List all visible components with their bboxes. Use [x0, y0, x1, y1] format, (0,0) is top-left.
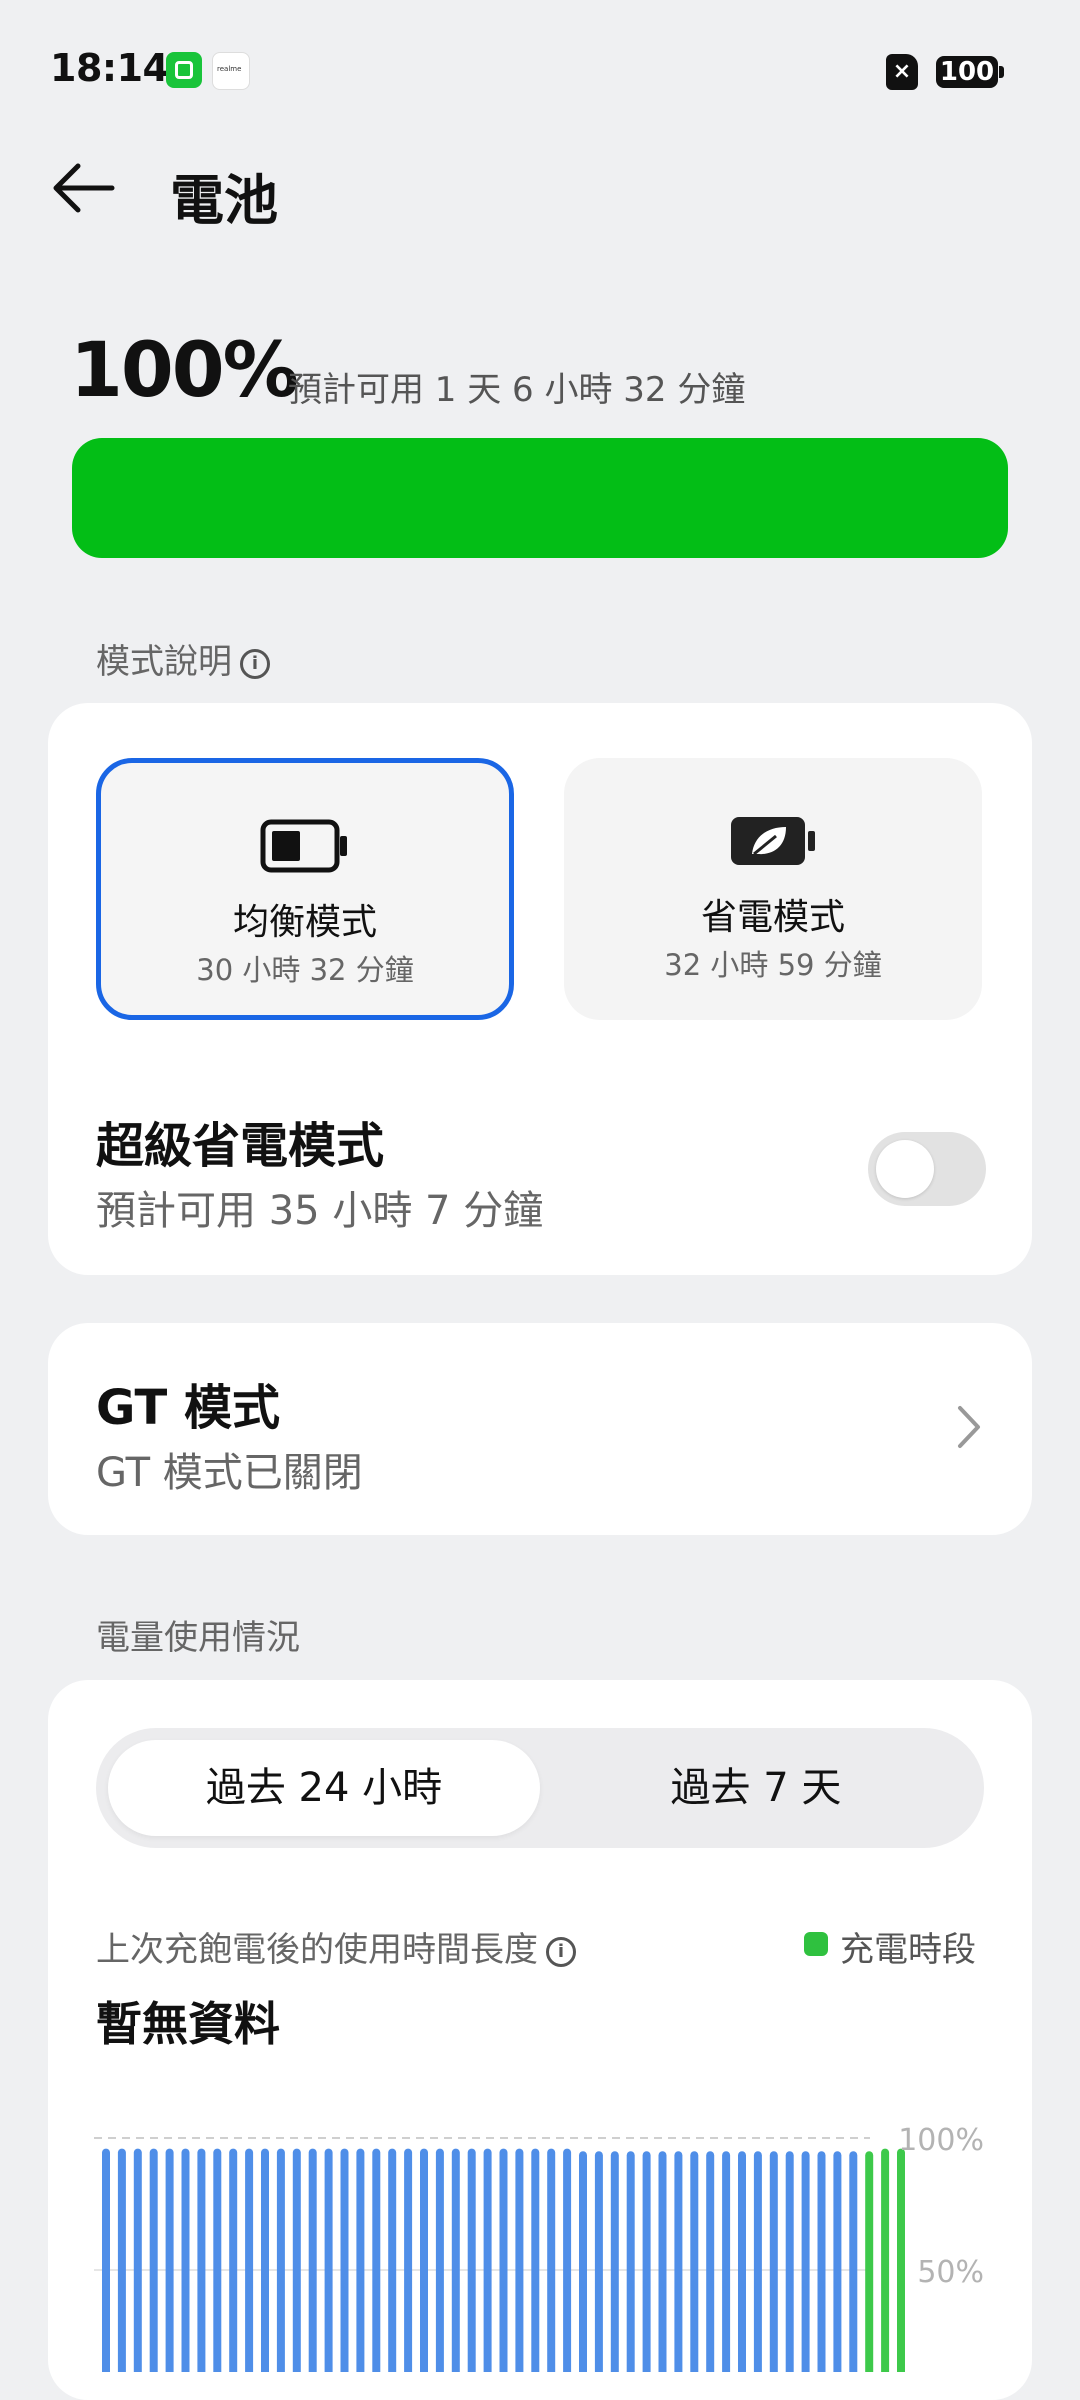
battery-level-bar-mark [245, 2148, 254, 2372]
battery-level-bar-mark [435, 2148, 444, 2372]
page-title: 電池 [170, 169, 278, 232]
battery-status-icon: 100 [936, 56, 1004, 88]
y-tick-label: 50% [917, 2255, 984, 2290]
battery-usage-chart: 100% 50% [94, 2123, 984, 2372]
power-saving-mode-time: 32 小時 59 分鐘 [664, 948, 882, 982]
battery-estimate: 預計可用 1 天 6 小時 32 分鐘 [288, 370, 746, 410]
super-saving-mode-title: 超級省電模式 [96, 1118, 385, 1174]
battery-level-bar-mark [658, 2151, 667, 2372]
battery-level-bar-mark [324, 2148, 333, 2372]
battery-level-bar-mark [769, 2151, 778, 2372]
battery-level-bar-mark [785, 2151, 794, 2372]
gt-mode-title: GT 模式 [96, 1380, 281, 1436]
battery-level-bar-mark [197, 2148, 206, 2372]
back-button[interactable] [48, 158, 118, 218]
battery-level-bar-mark [626, 2151, 635, 2372]
battery-level-bar-mark [706, 2151, 715, 2372]
power-saving-mode-tile[interactable]: 省電模式 32 小時 59 分鐘 [564, 758, 982, 1020]
balanced-mode-tile[interactable]: 均衡模式 30 小時 32 分鐘 [96, 758, 514, 1020]
chevron-right-icon [954, 1402, 984, 1452]
battery-level-bar [72, 438, 1008, 558]
battery-level-bar-mark [149, 2148, 158, 2372]
mode-description-label[interactable]: 模式說明 i [96, 634, 270, 683]
battery-level-bar-mark [276, 2148, 285, 2372]
battery-level-bar-mark [690, 2151, 699, 2372]
battery-level-bar-mark [229, 2148, 238, 2372]
battery-level-bar-mark [308, 2148, 317, 2372]
battery-level-bar-mark [563, 2148, 572, 2372]
battery-level-bar-mark [261, 2148, 269, 2372]
battery-level-bar-mark [292, 2148, 301, 2372]
y-tick-label: 100% [898, 2123, 984, 2158]
tab-last-24-hours[interactable]: 過去 24 小時 [108, 1740, 540, 1836]
tab-last-7-days[interactable]: 過去 7 天 [540, 1740, 972, 1836]
battery-half-icon [260, 819, 347, 873]
battery-level-bar-mark [133, 2148, 142, 2372]
battery-level-bar-mark [483, 2148, 492, 2372]
battery-level-bar-mark [499, 2148, 508, 2372]
info-icon[interactable]: i [546, 1936, 576, 1967]
battery-level-bar-mark [753, 2151, 762, 2372]
charging-legend-label: 充電時段 [840, 1930, 976, 1970]
battery-level-bar-mark [213, 2148, 222, 2372]
no-sim-icon: × [886, 54, 918, 90]
battery-level-bar-mark [674, 2151, 683, 2372]
battery-level-bar-mark [515, 2148, 524, 2372]
balanced-mode-time: 30 小時 32 分鐘 [196, 953, 414, 987]
battery-level-bar-mark [579, 2151, 587, 2372]
charging-legend-swatch [804, 1932, 828, 1956]
since-full-charge-label: 上次充飽電後的使用時間長度 i [96, 1922, 576, 1971]
charging-bar [865, 2151, 874, 2372]
store-app-icon [166, 52, 202, 88]
charging-bar [897, 2148, 905, 2372]
battery-level-bar-mark [356, 2148, 365, 2372]
info-icon[interactable]: i [240, 648, 270, 679]
battery-level-bar-mark [388, 2148, 397, 2372]
battery-level-bar-mark [610, 2151, 619, 2372]
battery-level-bar-mark [531, 2148, 540, 2372]
super-saving-mode-toggle[interactable] [868, 1132, 986, 1206]
battery-level-bar-mark [420, 2148, 428, 2372]
battery-level-bar-mark [833, 2151, 842, 2372]
no-data-text: 暫無資料 [96, 1997, 280, 2051]
battery-level-bar-mark [165, 2148, 174, 2372]
battery-level-bar-mark [181, 2148, 190, 2372]
battery-level-bar-mark [372, 2148, 381, 2372]
status-time: 18:14 [50, 46, 169, 90]
battery-leaf-icon [731, 817, 815, 865]
battery-level-bar-mark [467, 2148, 476, 2372]
battery-level-bar-mark [594, 2151, 603, 2372]
battery-level-bar-mark [451, 2148, 460, 2372]
charging-bar [881, 2148, 890, 2372]
gt-mode-subtitle: GT 模式已關閉 [96, 1450, 363, 1496]
battery-level-bar-mark [849, 2151, 858, 2372]
super-saving-mode-subtitle: 預計可用 35 小時 7 分鐘 [96, 1188, 544, 1234]
battery-level-bar-mark [102, 2148, 110, 2372]
battery-level-bar-mark [738, 2151, 746, 2372]
battery-level-bar-mark [404, 2148, 413, 2372]
usage-section-label: 電量使用情況 [96, 1618, 300, 1658]
battery-level-bar-mark [722, 2151, 731, 2372]
battery-level-bar-mark [817, 2151, 826, 2372]
battery-level-bar-mark [547, 2148, 556, 2372]
realme-app-icon: realme [212, 52, 250, 90]
battery-level-bar-mark [117, 2148, 126, 2372]
battery-percent: 100% [70, 325, 299, 414]
balanced-mode-name: 均衡模式 [232, 902, 377, 943]
battery-level-bar-mark [801, 2151, 810, 2372]
battery-level-bar-mark [642, 2151, 651, 2372]
back-arrow-icon [53, 163, 115, 213]
power-saving-mode-name: 省電模式 [700, 897, 845, 938]
battery-level-bar-mark [340, 2148, 349, 2372]
